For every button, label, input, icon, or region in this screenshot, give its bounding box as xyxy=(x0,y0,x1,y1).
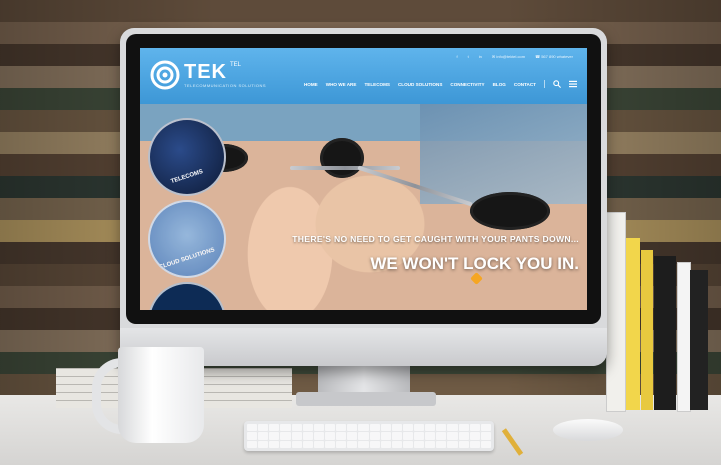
connectivity-circle[interactable] xyxy=(148,282,226,310)
twitter-icon[interactable]: t xyxy=(468,54,469,59)
phone-link[interactable]: ☎ 567 890 whatever xyxy=(535,54,573,59)
search-icon[interactable] xyxy=(553,80,561,88)
nav-item-connectivity[interactable]: CONNECTIVITY xyxy=(450,82,484,87)
cloud-solutions-circle[interactable]: CLOUD SOLUTIONS xyxy=(148,200,226,278)
pointer-cursor-icon xyxy=(470,272,483,285)
mouse xyxy=(553,419,623,441)
hero-banner: TELECOMS CLOUD SOLUTIONS THERE'S NO NEED… xyxy=(140,104,587,310)
nav-item-who-we-are[interactable]: WHO WE ARE xyxy=(326,82,357,87)
telecoms-circle[interactable]: TELECOMS xyxy=(148,118,226,196)
nav-item-telecoms[interactable]: TELECOMS xyxy=(364,82,390,87)
main-nav: HOME WHO WE ARE TELECOMS CLOUD SOLUTIONS… xyxy=(304,80,577,88)
hero-headline-small: THERE'S NO NEED TO GET CAUGHT WITH YOUR … xyxy=(292,234,579,244)
imac-monitor: TEK TEL TELECOMMUNICATION SOLUTIONS f t … xyxy=(120,28,607,366)
book-white-2 xyxy=(677,262,691,412)
logo-tagline: TELECOMMUNICATION SOLUTIONS xyxy=(184,83,267,88)
handcuff-far-right xyxy=(470,192,550,230)
nav-item-blog[interactable]: BLOG xyxy=(493,82,506,87)
book-white xyxy=(606,212,626,412)
menu-icon[interactable] xyxy=(569,80,577,88)
telecoms-circle-label: TELECOMS xyxy=(170,168,204,186)
book-black xyxy=(654,256,676,410)
facebook-icon[interactable]: f xyxy=(457,54,458,59)
handcuff-right xyxy=(320,138,364,178)
logo-superscript: TEL xyxy=(230,62,242,68)
coffee-mug xyxy=(118,347,204,443)
top-contact-bar: f t in ✉ info@tektel.com ☎ 567 890 whate… xyxy=(457,54,573,59)
nav-item-cloud-solutions[interactable]: CLOUD SOLUTIONS xyxy=(398,82,442,87)
keyboard xyxy=(244,421,494,451)
nav-item-home[interactable]: HOME xyxy=(304,82,318,87)
wifi-logo-icon xyxy=(150,60,180,90)
nav-item-contact[interactable]: CONTACT xyxy=(514,82,536,87)
website-screen: TEK TEL TELECOMMUNICATION SOLUTIONS f t … xyxy=(140,48,587,310)
book-yellow-2 xyxy=(641,250,653,410)
book-black-2 xyxy=(690,270,708,410)
handcuff-chain-2 xyxy=(357,165,473,207)
monitor-bezel: TEK TEL TELECOMMUNICATION SOLUTIONS f t … xyxy=(126,34,601,324)
linkedin-icon[interactable]: in xyxy=(479,54,482,59)
imac-stand-base xyxy=(296,392,436,406)
email-link[interactable]: ✉ info@tektel.com xyxy=(492,54,525,59)
logo-text[interactable]: TEK xyxy=(184,61,227,84)
hero-headline-large: WE WON'T LOCK YOU IN. xyxy=(370,254,579,273)
cloud-solutions-circle-label: CLOUD SOLUTIONS xyxy=(158,247,216,271)
book-yellow xyxy=(626,238,640,410)
handcuff-chain xyxy=(290,166,400,170)
site-header: TEK TEL TELECOMMUNICATION SOLUTIONS f t … xyxy=(140,48,587,104)
nav-divider xyxy=(544,80,545,88)
